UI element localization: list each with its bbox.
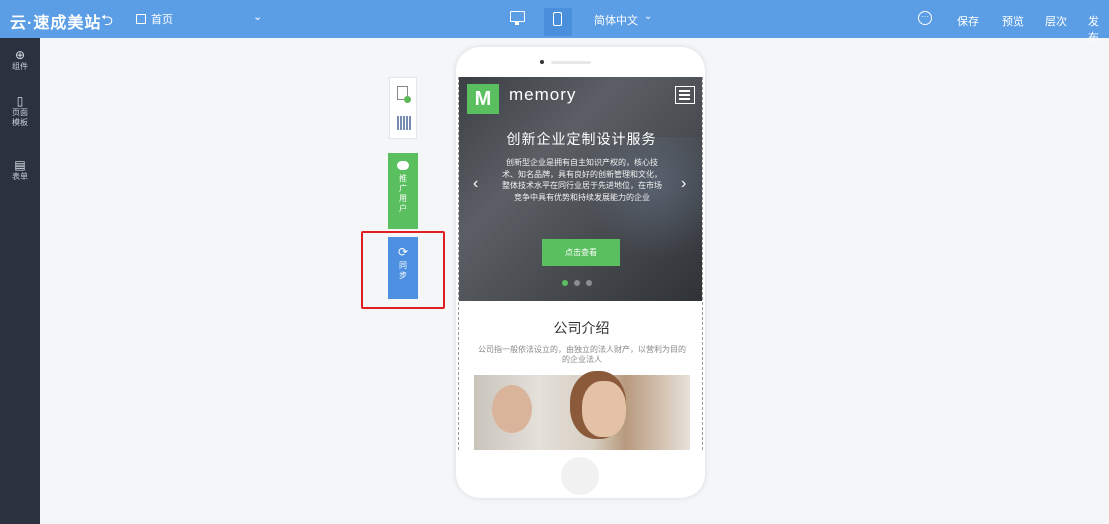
intro-title: 公司介绍 [553, 320, 610, 336]
chevron-down-icon[interactable]: ⌄ [644, 11, 652, 22]
carousel-dot[interactable] [562, 280, 568, 286]
save-button[interactable]: 保存 [957, 13, 979, 29]
page-selector[interactable]: 首页 [136, 11, 173, 27]
carousel-dots [562, 280, 592, 286]
brand-logo: M [467, 84, 499, 114]
top-toolbar: 云·速成美站 ⮌ 首页 ⌄ 简体中文 ⌄ ··· 保存 预览 层次 发布 [0, 0, 1109, 44]
hero-banner[interactable]: M memory 创新企业定制设计服务 创新型企业是拥有自主知识产权的，核心技术… [459, 77, 702, 301]
sidebar-item-forms[interactable]: ▤ 表单 [0, 158, 40, 182]
qr-code-icon[interactable] [397, 116, 411, 130]
app-logo: 云·速成美站 [10, 15, 102, 32]
plus-circle-icon: ⊕ [14, 48, 26, 62]
sidebar-item-templates[interactable]: ▯ 页面模板 [0, 94, 40, 128]
sidebar-item-label: 页面模板 [12, 108, 28, 127]
undo-icon[interactable]: ⮌ [101, 10, 113, 35]
promote-button[interactable]: 推广用户 [388, 153, 418, 229]
phone-home-button [561, 457, 599, 495]
publish-button[interactable]: 发布 [1088, 13, 1109, 45]
intro-photo [474, 375, 690, 450]
phone-speaker [551, 61, 591, 64]
hero-description: 创新型企业是拥有自主知识产权的，核心技术、知名品牌，具有良好的创新管理和文化，整… [502, 158, 662, 202]
view-more-button[interactable]: 点击查看 [542, 239, 620, 266]
layers-button[interactable]: 层次 [1045, 13, 1067, 29]
phone-preview: M memory 创新企业定制设计服务 创新型企业是拥有自主知识产权的，核心技术… [456, 47, 705, 498]
page-settings-icon[interactable] [397, 86, 411, 103]
page-icon [136, 14, 146, 24]
more-options-icon[interactable]: ··· [918, 11, 932, 25]
wechat-icon [397, 161, 409, 170]
photo-person [492, 385, 532, 433]
chevron-left-icon[interactable]: ‹ [473, 175, 478, 193]
sidebar-item-components[interactable]: ⊕ 组件 [0, 48, 40, 72]
highlight-box [361, 231, 445, 309]
form-icon: ▤ [14, 158, 26, 172]
hero-title: 创新企业定制设计服务 [506, 131, 657, 147]
phone-camera [540, 60, 544, 64]
phone-screen[interactable]: M memory 创新企业定制设计服务 创新型企业是拥有自主知识产权的，核心技术… [458, 77, 703, 450]
mobile-view-button[interactable] [544, 8, 572, 36]
promote-label: 推广用户 [399, 174, 407, 213]
page-selector-label: 首页 [151, 14, 173, 26]
chevron-down-icon[interactable]: ⌄ [253, 10, 262, 23]
carousel-dot[interactable] [574, 280, 580, 286]
intro-description: 公司指一般依法设立的，由独立的法人财产，以营利为目的的企业法人 [478, 345, 686, 364]
language-selector[interactable]: 简体中文 [594, 12, 638, 28]
photo-person [582, 381, 626, 437]
chevron-right-icon[interactable]: › [681, 175, 686, 193]
hamburger-menu-icon[interactable] [675, 86, 695, 104]
sidebar-item-label: 组件 [12, 62, 28, 71]
page-template-icon: ▯ [16, 94, 24, 108]
sidebar-item-label: 表单 [12, 172, 28, 181]
preview-button[interactable]: 预览 [1002, 13, 1024, 29]
mobile-icon [553, 12, 562, 26]
carousel-dot[interactable] [586, 280, 592, 286]
brand-name: memory [509, 85, 577, 104]
desktop-view-icon[interactable] [510, 11, 525, 25]
floating-tool-panel [389, 77, 417, 139]
left-sidebar: ⊕ 组件 ▯ 页面模板 ▤ 表单 [0, 38, 40, 524]
